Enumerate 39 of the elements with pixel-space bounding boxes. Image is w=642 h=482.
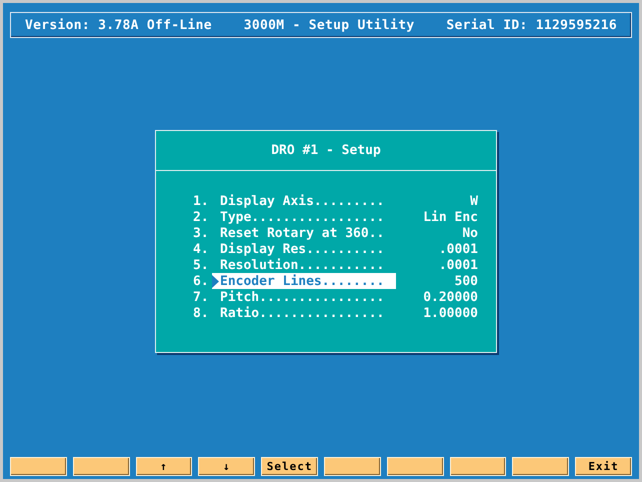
function-key[interactable]: Select	[261, 457, 318, 476]
menu-item[interactable]: Type.................	[212, 209, 396, 225]
function-key[interactable]	[386, 457, 444, 476]
function-key[interactable]: Exit	[575, 457, 632, 476]
menu-item[interactable]: Resolution...........	[212, 257, 396, 273]
item-number: 8.	[193, 306, 210, 320]
menu-item[interactable]: Display Axis.........	[212, 193, 396, 209]
item-value: W	[469, 194, 478, 208]
item-value: 1.00000	[422, 306, 478, 320]
menu-item[interactable]: Reset Rotary at 360..	[212, 225, 396, 241]
item-value: No	[461, 226, 478, 240]
item-value: .0001	[438, 258, 478, 272]
menu-item[interactable]: Display Res..........	[212, 241, 396, 257]
function-key[interactable]: ↑	[136, 457, 192, 476]
menu-item[interactable]: Pitch................	[212, 289, 396, 305]
item-number: 2.	[193, 210, 210, 224]
item-number: 5.	[193, 258, 210, 272]
function-key[interactable]: ↓	[198, 457, 256, 476]
item-value: 500	[454, 274, 478, 288]
item-value: Lin Enc	[422, 210, 478, 224]
item-value: .0001	[438, 242, 478, 256]
serial-text: Serial ID: 1129595216	[446, 18, 617, 32]
function-key[interactable]	[324, 457, 381, 476]
function-key[interactable]	[450, 457, 506, 476]
menu-item[interactable]: Ratio................	[212, 305, 396, 321]
function-key[interactable]	[10, 457, 67, 476]
item-number: 3.	[193, 226, 210, 240]
dialog-title: DRO #1 - Setup	[271, 143, 381, 158]
item-number: 1.	[193, 194, 210, 208]
function-key[interactable]	[72, 457, 130, 476]
item-number: 7.	[193, 290, 210, 304]
menu-item[interactable]: Encoder Lines........	[212, 273, 396, 289]
item-value: 0.20000	[422, 290, 478, 304]
item-number: 4.	[193, 242, 210, 256]
item-number: 6.	[193, 274, 210, 288]
version-text: Version: 3.78A Off-Line	[25, 18, 212, 32]
function-key[interactable]	[512, 457, 570, 476]
app-title: 3000M - Setup Utility	[244, 18, 414, 32]
pointer-icon	[212, 274, 219, 288]
